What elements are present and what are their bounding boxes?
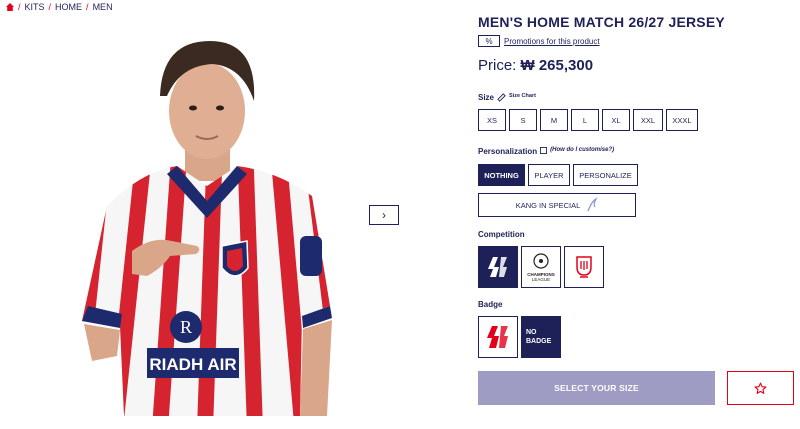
personalization-player[interactable]: PLAYER [528, 164, 570, 186]
price-label: Price: [478, 57, 517, 74]
size-label: Size [478, 93, 495, 102]
promotions: % Promotions for this product [478, 35, 600, 47]
price-value: ₩ 265,300 [520, 57, 594, 74]
svg-text:R: R [180, 317, 192, 337]
next-image-button[interactable]: › [369, 205, 399, 225]
size-option-l[interactable]: L [571, 109, 599, 131]
select-size-button[interactable]: SELECT YOUR SIZE [478, 371, 715, 405]
personalization-label-row: Personalization (How do I customise?) [478, 147, 614, 156]
personalization-label: Personalization [478, 147, 538, 156]
badge-label: Badge [478, 300, 503, 309]
product-image: R RIADH AIR [82, 41, 332, 416]
no-badge-label: NO BADGE [526, 329, 552, 345]
size-option-xl[interactable]: XL [602, 109, 630, 131]
wishlist-button[interactable] [727, 371, 794, 405]
info-icon [540, 147, 548, 154]
home-icon[interactable] [6, 3, 14, 11]
size-chart-link[interactable]: Size Chart [509, 93, 536, 99]
size-option-xs[interactable]: XS [478, 109, 506, 131]
size-option-xxxl[interactable]: XXXL [666, 109, 698, 131]
size-option-m[interactable]: M [540, 109, 568, 131]
product-title: MEN'S HOME MATCH 26/27 JERSEY [478, 14, 725, 30]
breadcrumb-separator: / [18, 2, 21, 12]
laliga-icon [488, 257, 507, 277]
competition-label-row: Competition [478, 230, 525, 239]
laliga-badge-icon [487, 326, 508, 348]
competition-champions-league[interactable]: CHAMPIONS LEAGUE [521, 246, 561, 288]
price: Price: ₩ 265,300 [478, 57, 593, 74]
badge-label-row: Badge [478, 300, 502, 309]
champions-league-icon: CHAMPIONS LEAGUE [527, 253, 555, 282]
competition-label: Competition [478, 230, 525, 239]
personalization-personalize[interactable]: PERSONALIZE [573, 164, 638, 186]
special-label: KANG IN SPECIAL [515, 200, 581, 210]
customise-help-link[interactable]: (How do I customise?) [550, 147, 614, 153]
ruler-icon [497, 93, 506, 102]
promotions-link[interactable]: Promotions for this product [504, 37, 600, 46]
competition-laliga[interactable] [478, 246, 518, 288]
discount-tag-icon: % [478, 35, 500, 47]
size-label-row: Size Size Chart [478, 93, 536, 102]
svg-text:LEAGUE: LEAGUE [532, 277, 550, 282]
breadcrumb-kits[interactable]: KITS [25, 2, 45, 12]
svg-text:%: % [485, 37, 492, 46]
personalization-selector: NOTHING PLAYER PERSONALIZE [478, 164, 638, 186]
breadcrumb-separator: / [86, 2, 89, 12]
breadcrumb-separator: / [48, 2, 52, 12]
copa-del-rey-icon [576, 256, 592, 278]
size-selector: XS S M L XL XXL XXXL [478, 109, 698, 131]
size-option-xxl[interactable]: XXL [633, 109, 663, 131]
competition-copa-del-rey[interactable] [564, 246, 604, 288]
star-icon [754, 382, 767, 394]
badge-none[interactable]: NO BADGE [521, 316, 561, 358]
size-option-s[interactable]: S [509, 109, 537, 131]
competition-selector: CHAMPIONS LEAGUE [478, 246, 604, 288]
chevron-right-icon: › [382, 208, 386, 222]
signature-icon [587, 197, 598, 212]
badge-laliga[interactable] [478, 316, 518, 358]
breadcrumb-home[interactable]: HOME [55, 2, 82, 12]
breadcrumb: / KITS / HOME / MEN [6, 2, 113, 12]
jersey-sponsor: RIADH AIR [149, 355, 236, 374]
badge-selector: NO BADGE [478, 316, 561, 358]
breadcrumb-men[interactable]: MEN [93, 2, 113, 12]
personalization-nothing[interactable]: NOTHING [478, 164, 525, 186]
kang-in-special-button[interactable]: KANG IN SPECIAL [478, 193, 636, 217]
